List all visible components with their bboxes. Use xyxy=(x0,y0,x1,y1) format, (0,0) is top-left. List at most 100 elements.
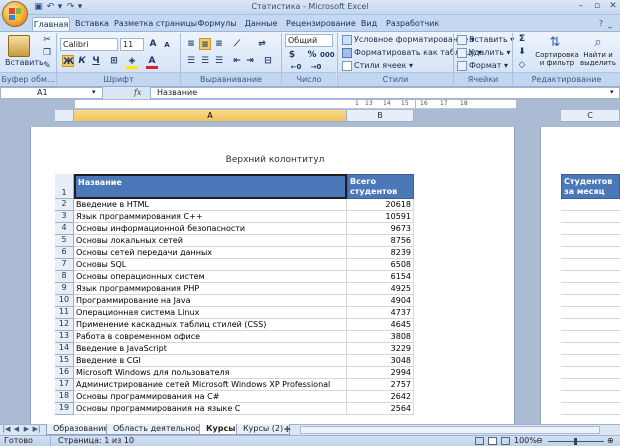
fill-icon[interactable]: ⬇ xyxy=(516,46,528,58)
row-header[interactable]: 6 xyxy=(55,247,74,259)
table-cell-name[interactable]: Основы программирования на C# xyxy=(74,391,347,403)
table-cell-name[interactable]: Основы сетей передачи данных xyxy=(74,247,347,259)
table-cell-total[interactable]: 4645 xyxy=(347,319,414,331)
table-cell-total[interactable]: 4737 xyxy=(347,307,414,319)
bold-icon[interactable]: Ж xyxy=(62,55,74,67)
table-cell-total[interactable]: 3048 xyxy=(347,355,414,367)
table-cell-month[interactable] xyxy=(561,319,620,331)
number-format-box[interactable]: Общий xyxy=(285,34,333,47)
tab-insert[interactable]: Вставка xyxy=(73,17,111,32)
table-cell-name[interactable]: Операционная система Linux xyxy=(74,307,347,319)
orientation-icon[interactable]: ⟋ xyxy=(231,38,243,50)
grow-font-icon[interactable]: A xyxy=(147,38,159,50)
font-name-box[interactable]: Calibri xyxy=(60,38,118,51)
font-size-box[interactable]: 11 xyxy=(120,38,144,51)
table-cell-month[interactable] xyxy=(561,379,620,391)
decrease-indent-icon[interactable]: ⇤ xyxy=(231,55,243,67)
table-cell-total[interactable]: 10591 xyxy=(347,211,414,223)
tab-developer[interactable]: Разработчик xyxy=(386,17,439,32)
table-cell-name[interactable]: Применение каскадных таблиц стилей (CSS) xyxy=(74,319,347,331)
help-icon[interactable]: ? xyxy=(597,17,605,32)
paste-button[interactable]: Вставить xyxy=(5,56,44,69)
zoom-in-icon[interactable]: ⊕ xyxy=(607,436,614,446)
find-select-button[interactable]: Найти и выделить xyxy=(578,51,618,67)
column-header-b[interactable]: B xyxy=(347,110,414,122)
tab-view[interactable]: Вид xyxy=(357,17,381,32)
fx-icon[interactable]: fx xyxy=(134,88,141,97)
prev-sheet-icon[interactable]: ◀ xyxy=(12,425,21,434)
sheet-tab-education[interactable]: Образование xyxy=(46,424,116,435)
table-cell-name[interactable]: Программирование на Java xyxy=(74,295,347,307)
row-header[interactable]: 9 xyxy=(55,283,74,295)
formula-input[interactable]: Название xyxy=(150,87,620,99)
sort-filter-icon[interactable]: ⇅ xyxy=(547,35,563,51)
table-cell-month[interactable] xyxy=(561,367,620,379)
normal-view-icon[interactable] xyxy=(475,437,484,445)
shrink-font-icon[interactable]: A xyxy=(161,39,173,51)
next-sheet-icon[interactable]: ▶ xyxy=(22,425,31,434)
table-cell-month[interactable] xyxy=(561,271,620,283)
table-cell-total[interactable]: 2994 xyxy=(347,367,414,379)
ribbon-minimize-icon[interactable]: _ xyxy=(607,17,613,32)
horizontal-scrollbar[interactable] xyxy=(300,426,600,434)
paste-icon[interactable] xyxy=(8,35,30,57)
tab-review[interactable]: Рецензирование xyxy=(286,17,356,32)
table-cell-name[interactable]: Microsoft Windows для пользователя xyxy=(74,367,347,379)
row-header[interactable]: 1 xyxy=(55,174,74,199)
row-header[interactable]: 11 xyxy=(55,307,74,319)
copy-icon[interactable]: ❐ xyxy=(41,47,53,59)
italic-icon[interactable]: К xyxy=(76,55,88,67)
table-cell-name[interactable]: Основы локальных сетей xyxy=(74,235,347,247)
cell-b1[interactable]: Всего студентов xyxy=(347,174,414,199)
wrap-text-icon[interactable]: ⇌ xyxy=(256,38,268,50)
table-cell-name[interactable]: Администрирование сетей Microsoft Window… xyxy=(74,379,347,391)
insert-sheet-icon[interactable]: ✚ xyxy=(284,425,293,434)
table-cell-name[interactable]: Работа в современном офисе xyxy=(74,331,347,343)
underline-icon[interactable]: Ч xyxy=(90,55,102,67)
table-cell-total[interactable]: 2642 xyxy=(347,391,414,403)
row-header[interactable]: 8 xyxy=(55,271,74,283)
row-header[interactable]: 15 xyxy=(55,355,74,367)
align-left-icon[interactable]: ☰ xyxy=(185,55,197,67)
tab-data[interactable]: Данные xyxy=(241,17,281,32)
table-cell-month[interactable] xyxy=(561,355,620,367)
table-cell-total[interactable]: 4904 xyxy=(347,295,414,307)
column-header-a[interactable]: A xyxy=(74,110,347,122)
zoom-slider-thumb[interactable] xyxy=(574,438,577,445)
table-cell-total[interactable]: 8756 xyxy=(347,235,414,247)
row-header[interactable]: 12 xyxy=(55,319,74,331)
tab-page-layout[interactable]: Разметка страницы xyxy=(114,17,197,32)
autosum-icon[interactable]: Σ xyxy=(516,33,528,45)
row-header[interactable]: 10 xyxy=(55,295,74,307)
table-cell-total[interactable]: 3808 xyxy=(347,331,414,343)
table-cell-total[interactable]: 20618 xyxy=(347,199,414,211)
table-cell-name[interactable]: Язык программирования PHP xyxy=(74,283,347,295)
row-header[interactable]: 16 xyxy=(55,367,74,379)
name-box[interactable]: A1 xyxy=(0,87,103,99)
cell-a1[interactable]: Название xyxy=(74,174,347,199)
zoom-out-icon[interactable]: ⊖ xyxy=(536,436,543,446)
row-header[interactable]: 19 xyxy=(55,403,74,415)
row-header[interactable]: 3 xyxy=(55,211,74,223)
sort-filter-button[interactable]: Сортировка и фильтр xyxy=(534,51,580,67)
table-cell-total[interactable]: 2757 xyxy=(347,379,414,391)
table-cell-month[interactable] xyxy=(561,295,620,307)
table-cell-total[interactable]: 6154 xyxy=(347,271,414,283)
table-cell-month[interactable] xyxy=(561,343,620,355)
page-break-view-icon[interactable] xyxy=(501,437,510,445)
cut-icon[interactable]: ✂ xyxy=(41,34,53,46)
name-box-dropdown-icon[interactable]: ▾ xyxy=(92,88,96,96)
table-cell-total[interactable]: 9673 xyxy=(347,223,414,235)
align-center-icon[interactable]: ☰ xyxy=(199,55,211,67)
expand-formula-icon[interactable]: ▾ xyxy=(610,88,614,96)
format-painter-icon[interactable]: ✎ xyxy=(41,60,53,72)
cell-styles-button[interactable]: Стили ячеек ▾ xyxy=(342,59,413,72)
table-cell-total[interactable]: 8239 xyxy=(347,247,414,259)
align-bottom-icon[interactable]: ≡ xyxy=(213,38,225,50)
increase-indent-icon[interactable]: ⇥ xyxy=(244,55,256,67)
table-cell-month[interactable] xyxy=(561,211,620,223)
merge-center-icon[interactable]: ⊟ xyxy=(262,55,274,67)
table-cell-month[interactable] xyxy=(561,223,620,235)
office-button[interactable] xyxy=(2,1,28,27)
table-cell-name[interactable]: Основы программирования на языке C xyxy=(74,403,347,415)
